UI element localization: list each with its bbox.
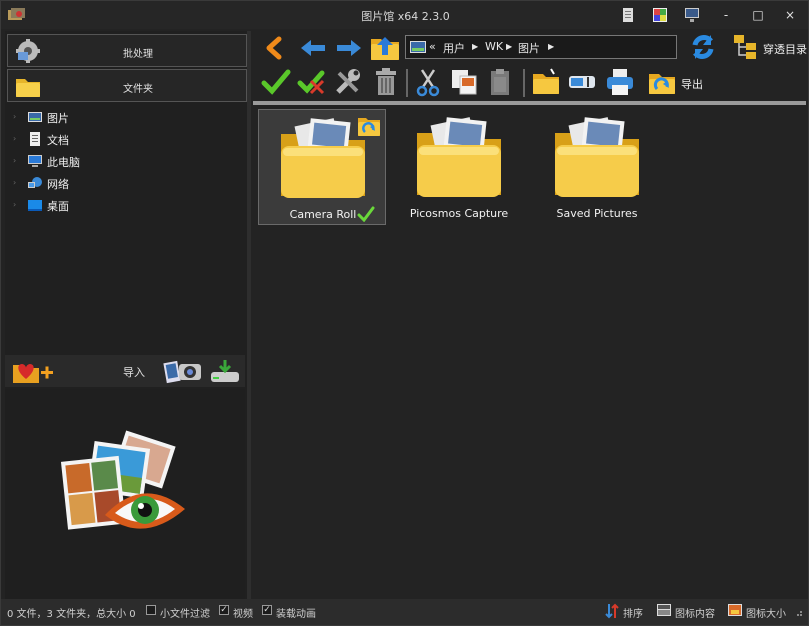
status-bar: 0 文件，3 文件夹，总大小 0 小文件过滤 ✓ 视频 ✓ 装载动画 排序 图标… bbox=[1, 599, 808, 625]
address-segment-pictures[interactable]: 图片 bbox=[518, 40, 540, 56]
passthrough-directory-label[interactable]: 穿透目录 bbox=[763, 41, 807, 57]
back-orange-arrow-icon[interactable] bbox=[263, 36, 287, 60]
panel-splitter[interactable] bbox=[247, 31, 251, 601]
import-bar: 导入 bbox=[5, 355, 245, 387]
icon-size-label[interactable]: 图标大小 bbox=[746, 605, 786, 620]
delete-trash-icon[interactable] bbox=[371, 67, 401, 97]
tools-icon[interactable] bbox=[333, 67, 363, 97]
cut-scissors-icon[interactable] bbox=[413, 67, 443, 97]
expand-arrow-icon[interactable]: › bbox=[13, 178, 16, 187]
icon-size-icon[interactable] bbox=[728, 604, 742, 616]
tree-label: 图片 bbox=[47, 112, 69, 125]
expand-arrow-icon[interactable]: › bbox=[13, 200, 16, 209]
folder-tile[interactable]: Camera Roll bbox=[258, 109, 386, 225]
tree-item-desktop[interactable]: › 桌面 bbox=[5, 195, 247, 217]
close-button[interactable]: × bbox=[779, 6, 801, 24]
folder-name: Saved Pictures bbox=[556, 207, 638, 220]
folder-name: Picosmos Capture bbox=[409, 207, 509, 220]
icon-content-label[interactable]: 图标内容 bbox=[675, 605, 715, 620]
address-segment-user[interactable]: WK bbox=[485, 40, 503, 53]
pictures-location-icon bbox=[410, 41, 426, 53]
small-file-filter-label[interactable]: 小文件过滤 bbox=[160, 605, 210, 620]
rename-icon[interactable] bbox=[567, 67, 597, 97]
tree-label: 网络 bbox=[47, 178, 69, 191]
passthrough-directory-icon[interactable] bbox=[732, 33, 762, 61]
parent-folder-icon[interactable] bbox=[369, 33, 401, 63]
toolbar-divider bbox=[523, 69, 525, 97]
status-summary: 0 文件，3 文件夹，总大小 0 bbox=[7, 609, 136, 620]
forward-arrow-icon[interactable] bbox=[335, 38, 363, 58]
app-window: 图片馆 x64 2.3.0 - □ × 批处理 文件夹 › 图片 › 文档 › … bbox=[0, 0, 809, 626]
app-logo-illustration-icon bbox=[61, 430, 185, 530]
folder-label: 文件夹 bbox=[123, 84, 153, 95]
expand-arrow-icon[interactable]: › bbox=[13, 134, 16, 143]
folder-thumbnail-icon bbox=[281, 118, 365, 198]
icon-content-icon[interactable] bbox=[657, 604, 671, 616]
paste-icon[interactable] bbox=[485, 67, 515, 97]
breadcrumb-arrow-icon[interactable]: ▶ bbox=[548, 42, 554, 51]
back-arrow-icon[interactable] bbox=[299, 38, 327, 58]
add-favorite-icon[interactable] bbox=[11, 357, 57, 385]
camera-import-icon[interactable] bbox=[163, 356, 203, 386]
minimize-button[interactable]: - bbox=[715, 6, 737, 24]
folder-button[interactable]: 文件夹 bbox=[7, 69, 247, 102]
monitor-icon[interactable] bbox=[683, 7, 701, 23]
tree-label: 桌面 bbox=[47, 200, 69, 213]
file-grid: Camera Roll Picosmos Capture Saved Pictu… bbox=[253, 105, 806, 599]
copy-icon[interactable] bbox=[449, 67, 479, 97]
expand-arrow-icon[interactable]: › bbox=[13, 112, 16, 121]
folder-tile[interactable]: Picosmos Capture bbox=[395, 109, 523, 225]
batch-process-button[interactable]: 批处理 bbox=[7, 34, 247, 67]
preview-pane bbox=[5, 389, 245, 599]
uncheck-icon[interactable] bbox=[297, 67, 327, 97]
address-bar[interactable]: « 用户 ▶ WK ▶ 图片 ▶ bbox=[405, 35, 677, 59]
sort-label[interactable]: 排序 bbox=[623, 605, 643, 620]
desktop-icon bbox=[28, 200, 42, 211]
address-prefix[interactable]: « bbox=[429, 40, 436, 53]
document-view-icon[interactable] bbox=[619, 7, 637, 23]
load-animation-label[interactable]: 装载动画 bbox=[276, 605, 316, 620]
toolbar-divider bbox=[406, 69, 408, 97]
resize-grip-icon[interactable] bbox=[793, 607, 803, 617]
load-animation-checkbox[interactable]: ✓ bbox=[262, 605, 272, 615]
small-file-filter-checkbox[interactable] bbox=[146, 605, 156, 615]
tree-item-pictures[interactable]: › 图片 bbox=[5, 107, 247, 129]
import-label: 导入 bbox=[123, 366, 145, 379]
sort-icon[interactable] bbox=[605, 603, 619, 619]
main-toolbar: 导出 bbox=[253, 65, 808, 101]
folder-thumbnail-icon bbox=[417, 117, 501, 197]
tree-label: 文档 bbox=[47, 134, 69, 147]
breadcrumb-arrow-icon[interactable]: ▶ bbox=[472, 42, 478, 51]
folder-tile[interactable]: Saved Pictures bbox=[533, 109, 661, 225]
title-bar: 图片馆 x64 2.3.0 - □ × bbox=[1, 1, 808, 29]
video-checkbox[interactable]: ✓ bbox=[219, 605, 229, 615]
refresh-icon[interactable] bbox=[689, 33, 717, 61]
tree-item-computer[interactable]: › 此电脑 bbox=[5, 151, 247, 173]
check-all-icon[interactable] bbox=[261, 67, 291, 97]
expand-arrow-icon[interactable]: › bbox=[13, 156, 16, 165]
documents-icon bbox=[30, 132, 40, 146]
breadcrumb-arrow-icon[interactable]: ▶ bbox=[506, 42, 512, 51]
folder-thumbnail-icon bbox=[555, 117, 639, 197]
pictures-icon bbox=[28, 112, 42, 122]
tree-item-documents[interactable]: › 文档 bbox=[5, 129, 247, 151]
new-folder-icon[interactable] bbox=[531, 67, 561, 97]
address-segment-users[interactable]: 用户 bbox=[443, 40, 465, 56]
color-theme-icon[interactable] bbox=[651, 7, 669, 23]
computer-icon bbox=[28, 155, 42, 167]
maximize-button[interactable]: □ bbox=[747, 6, 769, 24]
video-label[interactable]: 视频 bbox=[233, 605, 253, 620]
export-icon[interactable] bbox=[647, 67, 677, 97]
folder-tree: › 图片 › 文档 › 此电脑 › 网络 › 桌面 bbox=[5, 107, 247, 217]
network-icon bbox=[28, 177, 42, 188]
selected-check-icon bbox=[357, 206, 375, 222]
export-label[interactable]: 导出 bbox=[681, 76, 703, 92]
tree-label: 此电脑 bbox=[47, 156, 80, 169]
sync-badge-icon bbox=[358, 118, 380, 136]
drive-import-icon[interactable] bbox=[209, 358, 241, 384]
batch-label: 批处理 bbox=[123, 49, 153, 60]
tree-item-network[interactable]: › 网络 bbox=[5, 173, 247, 195]
print-icon[interactable] bbox=[605, 67, 635, 97]
